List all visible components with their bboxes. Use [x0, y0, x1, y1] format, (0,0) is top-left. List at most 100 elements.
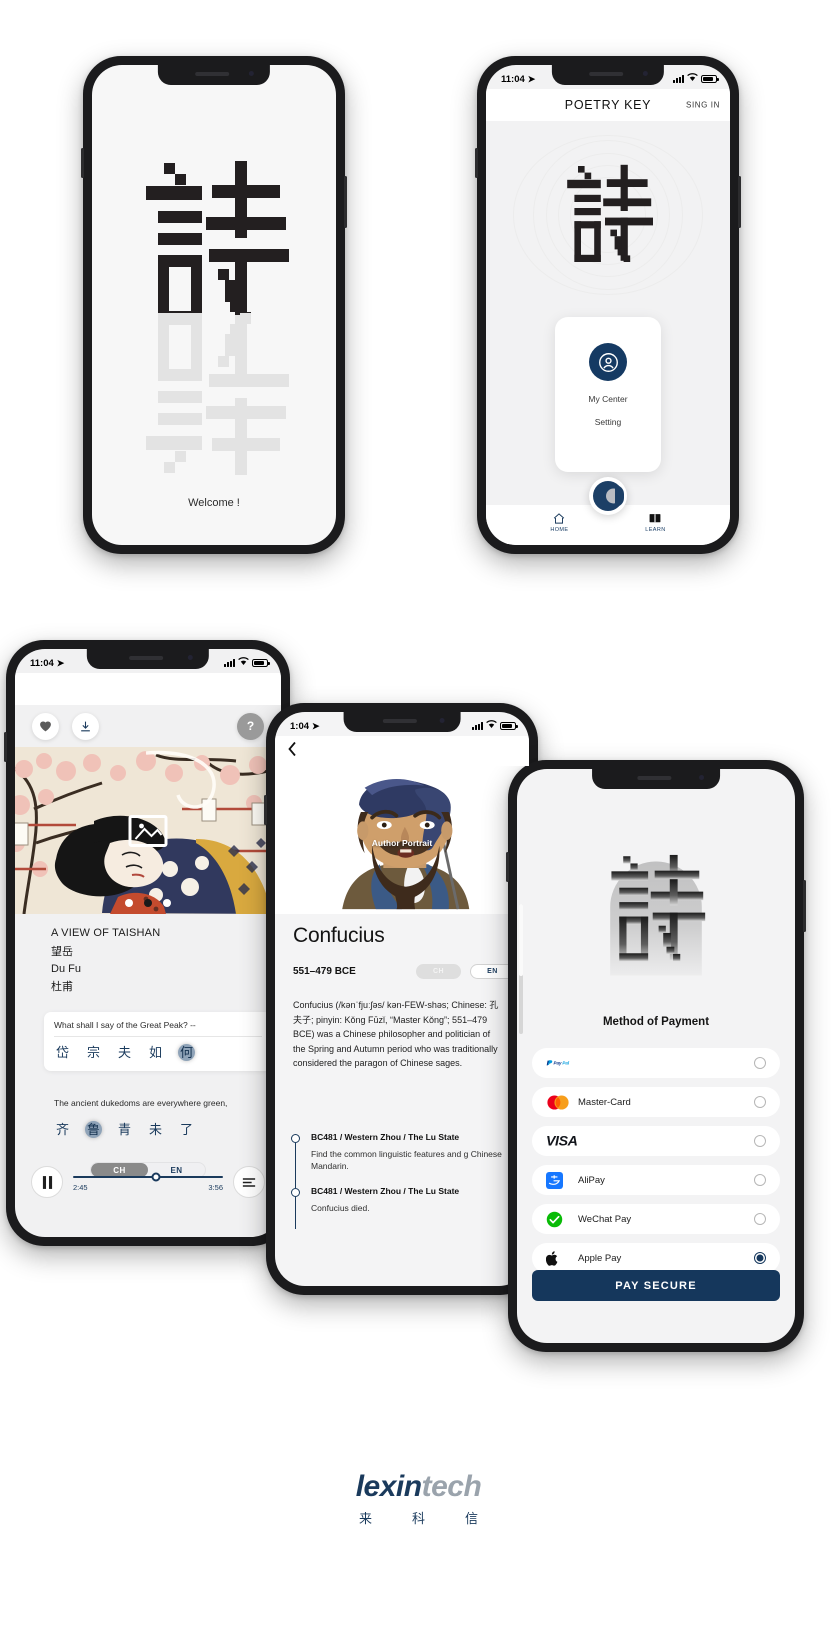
carousel-dot[interactable]: [163, 899, 171, 907]
payment-radio[interactable]: [754, 1057, 766, 1069]
notch: [86, 649, 210, 669]
svg-text:Pay: Pay: [554, 1061, 562, 1066]
splash-screen: Welcome !: [92, 65, 336, 545]
progress-area[interactable]: 2:45 3:56: [73, 1172, 223, 1192]
author-name: Confucius: [293, 924, 385, 947]
phone-poem-player: 11:04 ➤ ? A VIEW OF TAISHAN 望岳 Du Fu 杜甫 …: [4, 640, 292, 1246]
playlist-button[interactable]: [233, 1166, 265, 1198]
camera-icon: [643, 71, 649, 76]
nav-bar: [275, 736, 529, 766]
payment-radio[interactable]: [754, 1135, 766, 1147]
chevron-left-icon: [288, 741, 296, 756]
timeline-connector: [295, 1143, 297, 1188]
brand-cn-3: 信: [465, 1511, 479, 1526]
payment-row-paypal[interactable]: Pay Pal: [532, 1048, 780, 1078]
payment-label: WeChat Pay: [578, 1213, 632, 1225]
author-years: 551–479 BCE: [293, 966, 356, 977]
wifi-icon: [687, 73, 698, 85]
payment-row-wechat[interactable]: WeChat Pay: [532, 1204, 780, 1234]
poem-char[interactable]: 齐: [54, 1121, 71, 1138]
help-button[interactable]: ?: [237, 712, 264, 740]
poem-metadata: A VIEW OF TAISHAN 望岳 Du Fu 杜甫: [51, 927, 160, 994]
pixel-shi-glyph: [146, 161, 289, 475]
poem-char[interactable]: 如: [147, 1044, 164, 1061]
user-circle-icon[interactable]: [589, 343, 627, 381]
payment-row-applepay[interactable]: Apple Pay: [532, 1243, 780, 1273]
expand-frame-icon[interactable]: [128, 814, 168, 847]
payment-row-visa[interactable]: VISA: [532, 1126, 780, 1156]
poem-char-highlighted[interactable]: 鲁: [85, 1121, 102, 1138]
carousel-dot[interactable]: [125, 899, 133, 907]
wechat-logo-icon: [546, 1211, 572, 1228]
language-option-ch[interactable]: CH: [416, 964, 461, 979]
poem-char[interactable]: 了: [178, 1121, 195, 1138]
battery-icon: [500, 722, 518, 730]
camera-icon: [249, 71, 255, 76]
carousel-dot-active[interactable]: [144, 899, 152, 907]
brand-cn-1: 来: [358, 1511, 372, 1526]
status-time: 11:04: [501, 73, 525, 85]
scrollbar[interactable]: [519, 904, 523, 1034]
page-title: POETRY KEY: [564, 98, 652, 112]
pause-button[interactable]: [31, 1166, 63, 1198]
signal-icon: [673, 75, 684, 83]
payment-radio[interactable]: [754, 1174, 766, 1186]
poem-char-highlighted[interactable]: 何: [178, 1044, 195, 1061]
poem-title-cn: 望岳: [51, 946, 73, 958]
poem-line-card-2[interactable]: The ancient dukedoms are everywhere gree…: [44, 1090, 272, 1148]
menu-item-setting[interactable]: Setting: [595, 417, 621, 427]
speaker-icon: [589, 72, 624, 76]
poem-char[interactable]: 未: [147, 1121, 164, 1138]
payment-row-mastercard[interactable]: Master-Card: [532, 1087, 780, 1117]
tab-home-label: HOME: [550, 526, 569, 533]
payment-row-alipay[interactable]: AliPay: [532, 1165, 780, 1195]
tab-home[interactable]: HOME: [550, 512, 568, 533]
tab-learn[interactable]: LEARN: [645, 512, 665, 533]
timeline-dot-icon: [291, 1187, 300, 1197]
payment-radio[interactable]: [754, 1096, 766, 1108]
payment-label: Master-Card: [578, 1096, 631, 1108]
poem-line-card-1[interactable]: What shall I say of the Great Peak? -- 岱…: [44, 1012, 272, 1071]
battery-icon: [701, 75, 719, 83]
timeline-title: BC481 / Western Zhou / The Lu State: [311, 1185, 460, 1196]
progress-knob[interactable]: [151, 1172, 160, 1182]
camera-icon: [439, 718, 445, 723]
poem-artwork[interactable]: [15, 747, 281, 914]
sign-in-button[interactable]: SING IN: [686, 101, 720, 110]
wifi-icon: [486, 720, 497, 732]
poem-line-en: What shall I say of the Great Peak? --: [54, 1020, 262, 1037]
favorite-button[interactable]: [32, 712, 59, 740]
apple-logo-icon: [546, 1250, 572, 1267]
center-logo-button[interactable]: [589, 477, 627, 515]
poem-char[interactable]: 青: [116, 1121, 133, 1138]
poem-char[interactable]: 宗: [85, 1044, 102, 1061]
shi-gradient-logo: [610, 854, 706, 976]
home-screen: 11:04 ➤ POETRY KEY SING IN My Center Set…: [486, 65, 730, 545]
timeline-connector: [295, 1196, 297, 1229]
timeline-dot-icon: [291, 1134, 300, 1143]
menu-item-my-center[interactable]: My Center: [588, 394, 627, 404]
author-screen: 1:04 ➤ Author Portrait Confucius 551–479…: [275, 712, 529, 1286]
poem-char[interactable]: 岱: [54, 1044, 71, 1061]
download-button[interactable]: [72, 712, 99, 740]
poem-char[interactable]: 夫: [116, 1044, 133, 1061]
author-portrait: Author Portrait: [275, 766, 529, 914]
phone-splash: Welcome !: [81, 56, 347, 554]
phone-author-detail: 1:04 ➤ Author Portrait Confucius 551–479…: [264, 703, 540, 1295]
poem-author-en: Du Fu: [51, 963, 81, 975]
timeline-item[interactable]: BC481 / Western Zhou / The Lu State Conf…: [291, 1185, 513, 1229]
poem-line-en: The ancient dukedoms are everywhere gree…: [54, 1098, 228, 1108]
camera-icon: [188, 655, 194, 660]
timeline-item[interactable]: BC481 / Western Zhou / The Lu State Find…: [291, 1132, 513, 1188]
brand-logo: lexintech: [356, 1470, 482, 1504]
progress-track[interactable]: [73, 1172, 223, 1182]
logo-c-icon: [593, 481, 623, 511]
total-time: 3:56: [208, 1183, 223, 1192]
pay-secure-button[interactable]: PAY SECURE: [532, 1270, 780, 1301]
back-button[interactable]: [287, 741, 298, 762]
carousel-dots[interactable]: [125, 899, 171, 907]
mastercard-logo-icon: [546, 1094, 572, 1110]
payment-radio-selected[interactable]: [754, 1252, 766, 1264]
brand-logo-bold: lexin: [355, 1470, 422, 1503]
payment-radio[interactable]: [754, 1213, 766, 1225]
